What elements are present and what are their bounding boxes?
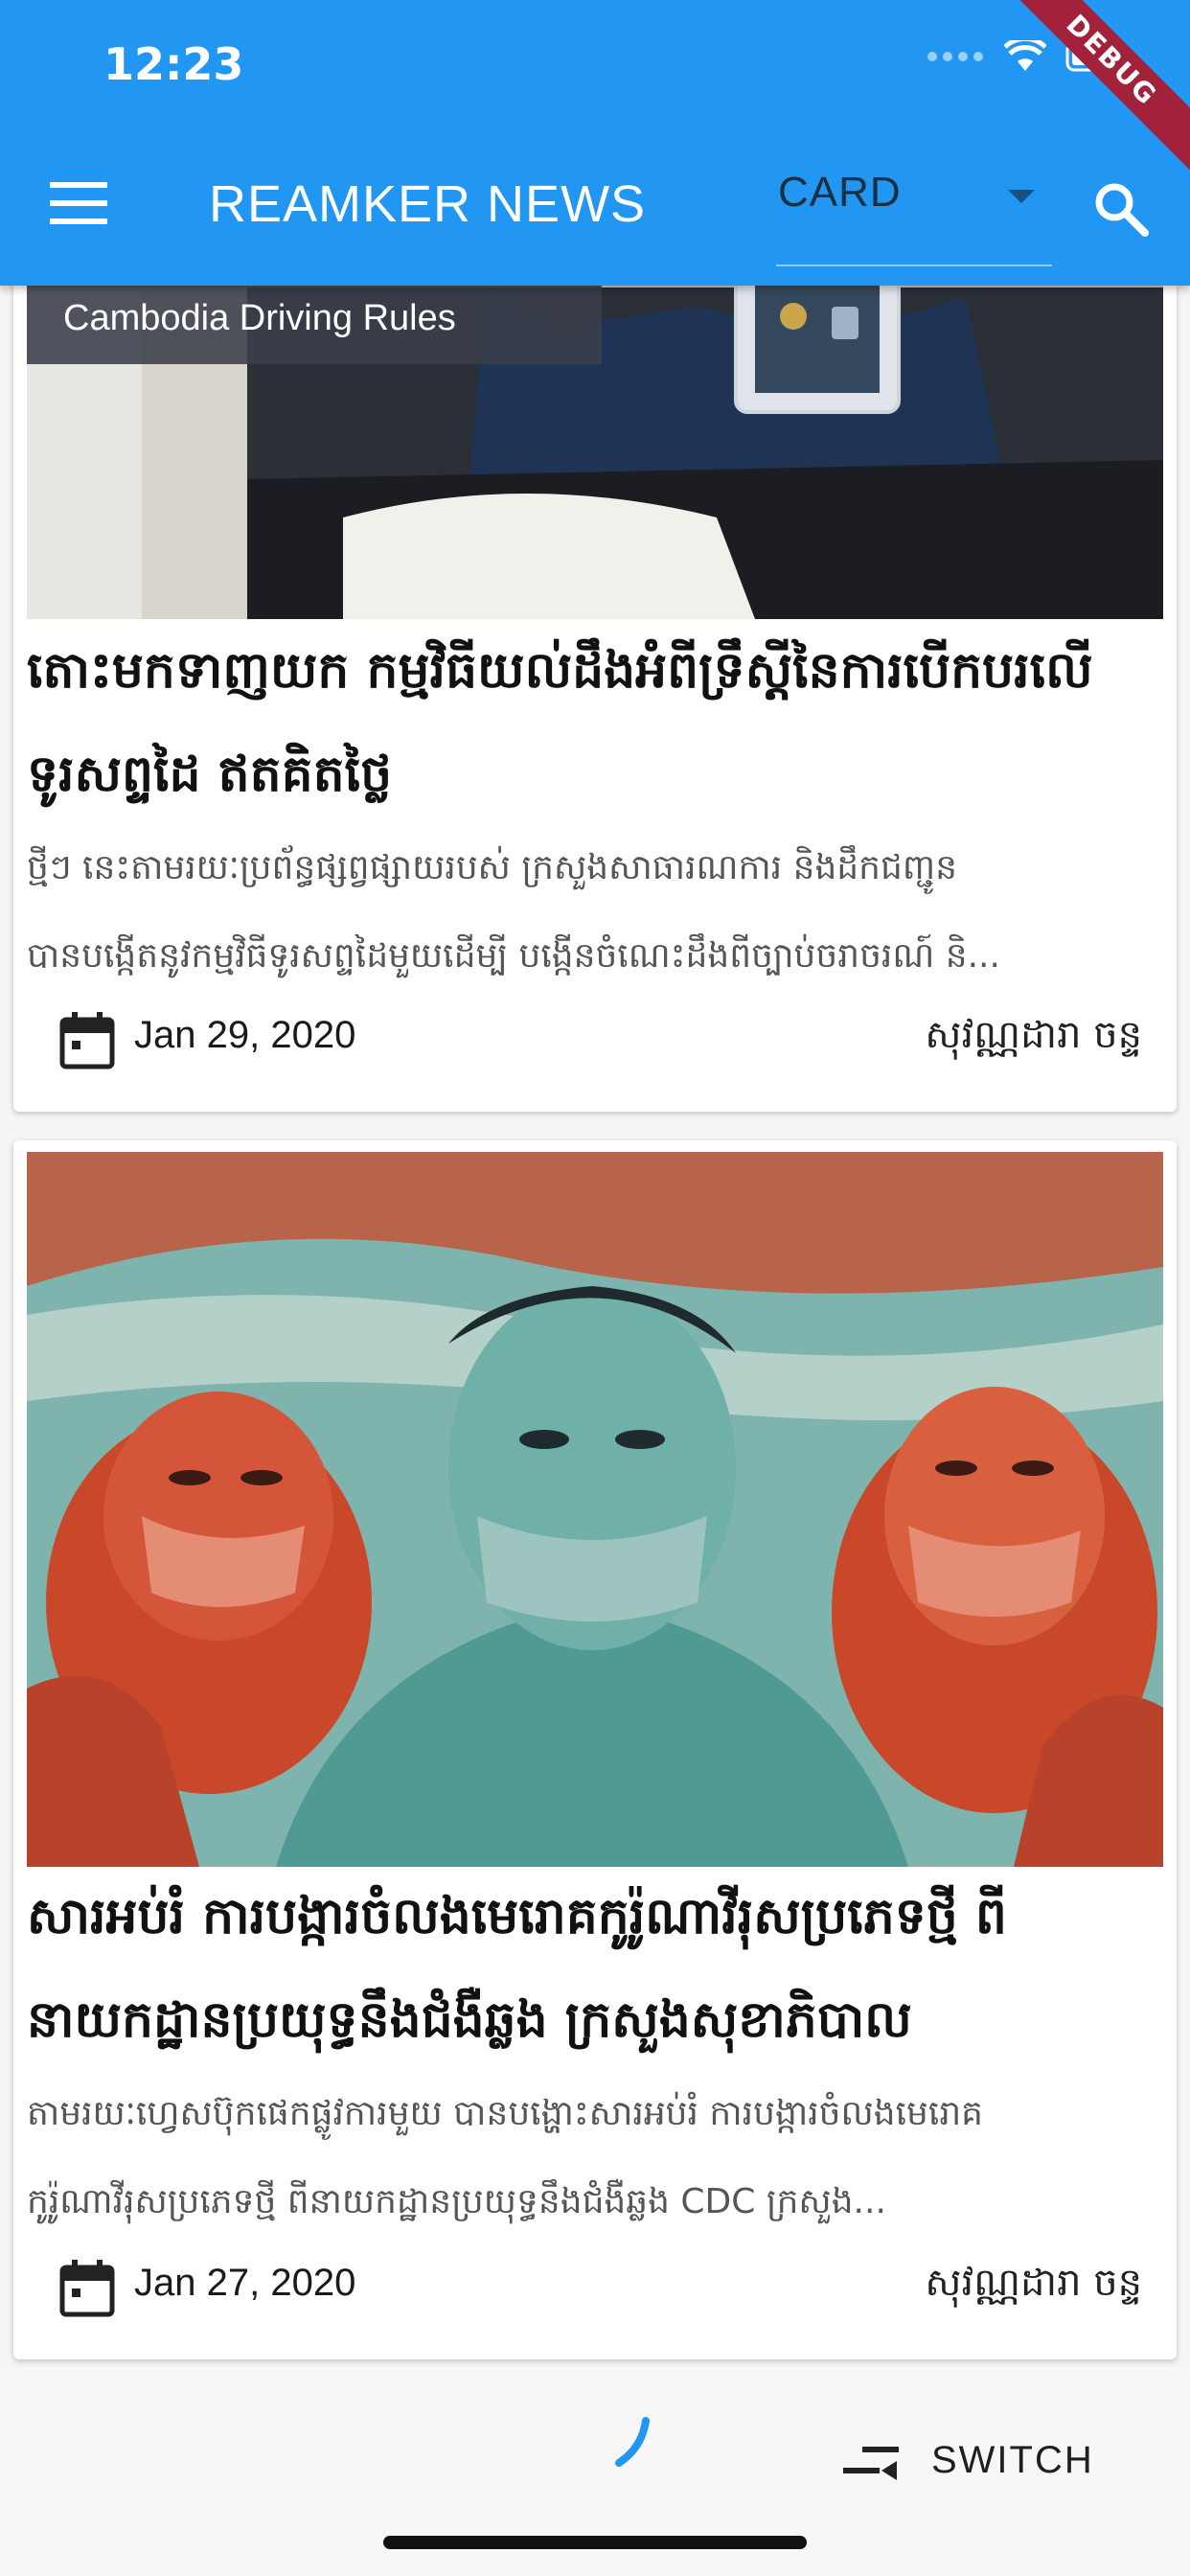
article-meta: Jan 27, 2020 សុវណ្ណដារា ចន្ទ [48, 2252, 1142, 2329]
article-description-line: បានបង្កើតនូវកម្មវិធីទូរសព្ទដៃមួយដើម្បី ប… [27, 936, 1000, 976]
swap-arrows-icon [843, 2447, 899, 2480]
article-title: សារអប់រំ ការបង្ការចំលងមេរោគកូរ៉ូណាវីរុសប… [27, 1865, 1163, 2072]
article-description-line: កូរ៉ូណាវីរុសប្រភេទថ្មី ពីនាយកដ្ឋានប្រយុទ… [27, 2182, 886, 2221]
calendar-icon [59, 2260, 115, 2317]
signal-icon [927, 52, 983, 61]
wifi-icon [1004, 40, 1046, 71]
home-indicator[interactable] [383, 2536, 807, 2549]
article-meta: Jan 29, 2020 សុវណ្ណដារា ចន្ទ [48, 1004, 1142, 1081]
menu-icon[interactable] [50, 182, 107, 224]
app-title: REAMKER NEWS [209, 175, 647, 233]
article-date: Jan 29, 2020 [134, 1014, 356, 1056]
article-description-line: ថ្មីៗ នេះតាមរយៈប្រព័ន្ធផ្សព្វផ្សាយរបស់ ក… [27, 848, 957, 887]
view-mode-dropdown[interactable]: CARD [776, 165, 1052, 266]
app-bar: 12:23 REAMKER NEWS CARD [0, 0, 1190, 286]
search-icon[interactable] [1090, 178, 1152, 240]
article-author: សុវណ្ណដារា ចន្ទ [925, 2261, 1142, 2305]
news-card[interactable]: Cambodia Driving Rules តោះមកទាញយក កម្មវិ… [13, 230, 1177, 1112]
article-description-line: តាមរយៈហ្វេសប៊ុកផេកផ្លូវការមួយ បានបង្ហោះស… [27, 2094, 984, 2133]
switch-label: SWITCH [931, 2438, 1094, 2481]
article-title-line: ទូរសព្ទដៃ ឥតគិតថ្លៃ [27, 746, 393, 803]
article-title-line: សារអប់រំ ការបង្ការចំលងមេរោគកូរ៉ូណាវីរុសប… [27, 1888, 1007, 1945]
article-image [27, 1152, 1163, 1867]
article-description: ថ្មីៗ នេះតាមរយៈប្រព័ន្ធផ្សព្វផ្សាយរបស់ ក… [27, 824, 1157, 1000]
article-title-line: តោះមកទាញយក កម្មវិធីយល់ដឹងអំពីទ្រឹស្តីនៃក… [27, 642, 1093, 700]
news-card[interactable]: សារអប់រំ ការបង្ការចំលងមេរោគកូរ៉ូណាវីរុសប… [13, 1140, 1177, 2359]
loading-spinner-icon [615, 2417, 650, 2467]
article-author: សុវណ្ណដារា ចន្ទ [925, 1013, 1142, 1057]
status-time: 12:23 [103, 38, 244, 90]
article-image: Cambodia Driving Rules [27, 230, 1163, 619]
article-description: តាមរយៈហ្វេសប៊ុកផេកផ្លូវការមួយ បានបង្ហោះស… [27, 2070, 1157, 2246]
calendar-icon [59, 1012, 115, 1070]
article-title-line: នាយកដ្ឋានប្រយុទ្ធនឹងជំងឺឆ្លង ក្រសួងសុខាភ… [27, 1991, 912, 2049]
article-title: តោះមកទាញយក កម្មវិធីយល់ដឹងអំពីទ្រឹស្តីនៃក… [27, 619, 1163, 826]
chevron-down-icon [1008, 190, 1035, 203]
switch-button[interactable]: SWITCH [839, 2425, 1094, 2496]
view-mode-value: CARD [778, 169, 902, 216]
image-caption: Cambodia Driving Rules [63, 298, 456, 338]
article-date: Jan 27, 2020 [134, 2262, 356, 2304]
